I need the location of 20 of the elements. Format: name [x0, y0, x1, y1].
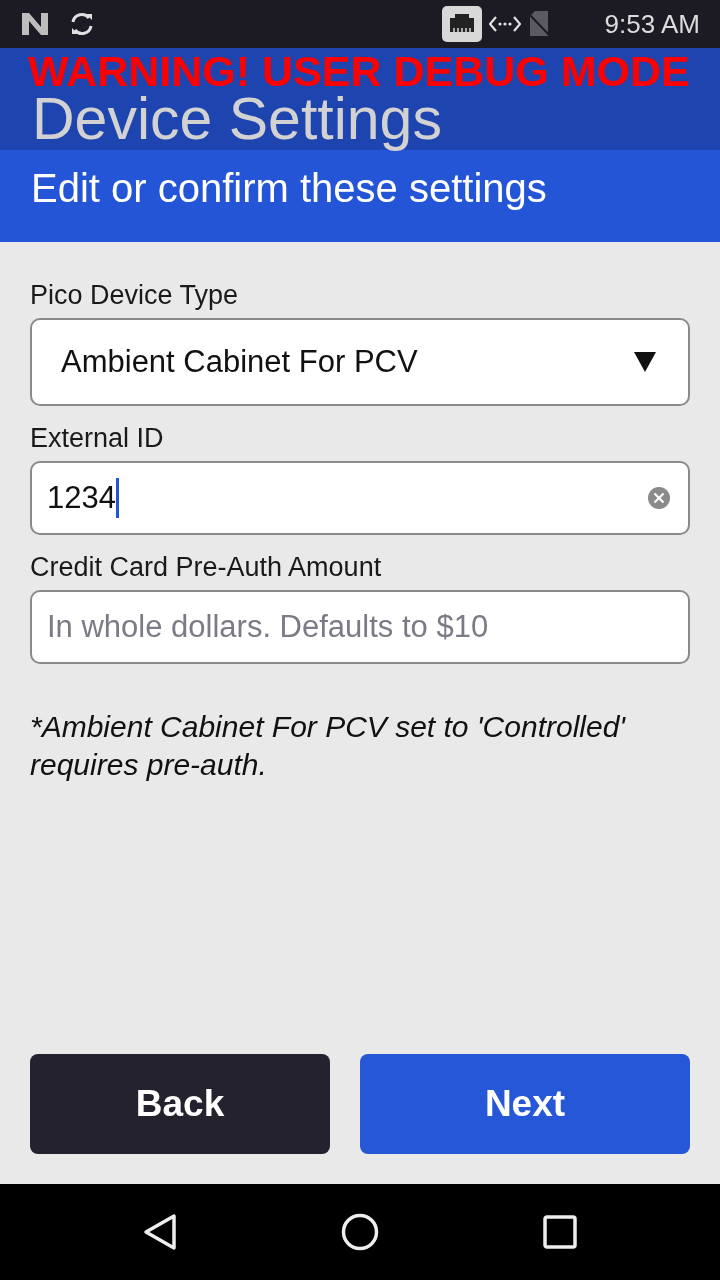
- clock-time: 9:53 AM: [604, 7, 700, 41]
- input-field[interactable]: 1234: [30, 461, 690, 535]
- back-icon[interactable]: [143, 1213, 177, 1251]
- field-label: Pico Device Type: [30, 280, 240, 310]
- field-label: External ID: [30, 423, 165, 453]
- data-transfer-icon: [488, 15, 521, 33]
- pre-auth-note: *Ambient Cabinet For PCV set to 'Controlled' requires pre-auth.: [30, 709, 627, 783]
- input-field[interactable]: In whole dollars. Defaults to $10: [30, 590, 690, 664]
- ethernet-icon: [441, 6, 482, 42]
- back-button[interactable]: Back: [30, 1054, 330, 1154]
- next-button[interactable]: Next: [360, 1054, 690, 1154]
- clear-icon[interactable]: [648, 487, 670, 509]
- n-logo-icon: [20, 11, 50, 37]
- caret-icon: [634, 352, 656, 372]
- home-icon[interactable]: [341, 1213, 379, 1251]
- dropdown-select[interactable]: Ambient Cabinet For PCV: [30, 318, 690, 406]
- field-label: Credit Card Pre-Auth Amount: [30, 552, 383, 582]
- recents-icon[interactable]: [543, 1215, 577, 1249]
- debug-warning: WARNING! USER DEBUG MODE: [28, 48, 691, 94]
- subtitle: Edit or confirm these settings: [31, 166, 547, 210]
